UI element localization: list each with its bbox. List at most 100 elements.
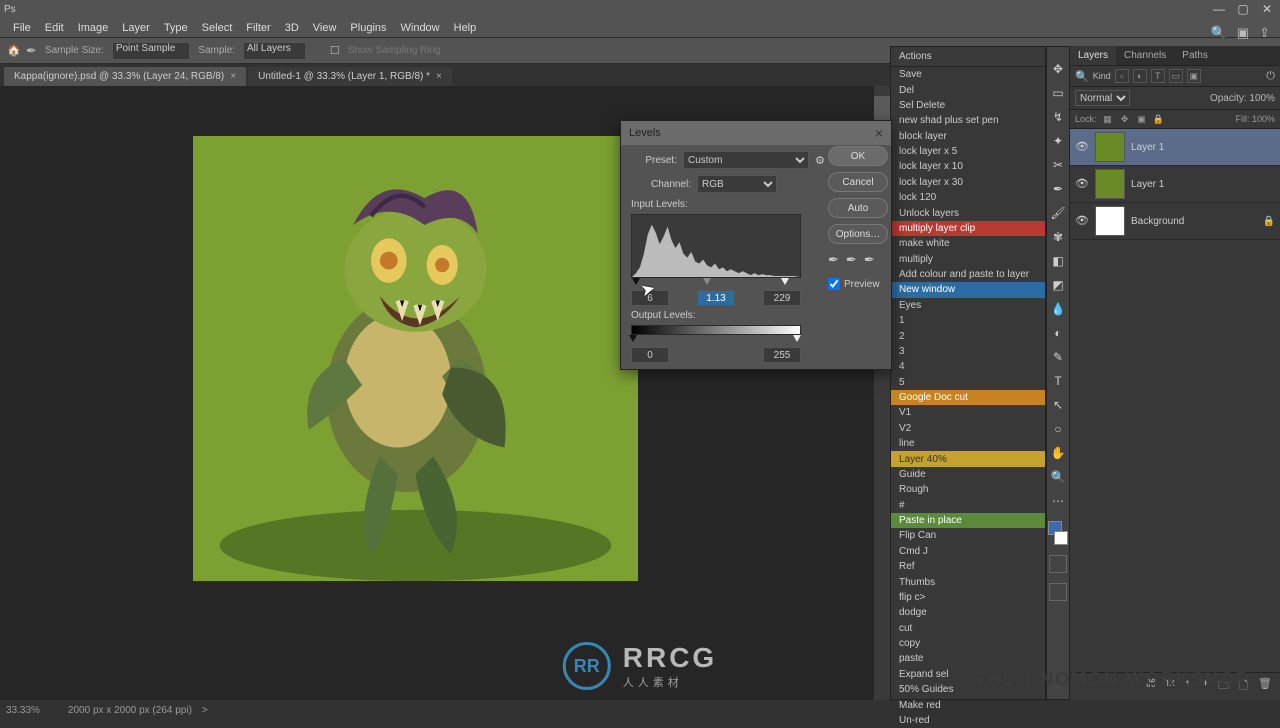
action-item[interactable]: Rough <box>891 482 1045 497</box>
type-tool-icon[interactable]: T <box>1048 371 1068 391</box>
layer-fx-icon[interactable]: fx <box>1166 677 1175 696</box>
action-item[interactable]: 4 <box>891 359 1045 374</box>
action-item[interactable]: Unlock layers <box>891 205 1045 220</box>
sample-size-select[interactable]: Point Sample <box>112 42 190 60</box>
gray-eyedropper-icon[interactable]: ✒ <box>846 252 857 268</box>
blend-mode-select[interactable]: Normal <box>1075 90 1130 106</box>
black-eyedropper-icon[interactable]: ✒ <box>828 252 839 268</box>
lock-all-icon[interactable]: 🔒 <box>1153 113 1165 125</box>
opacity-value[interactable]: 100% <box>1249 93 1275 104</box>
doc-info[interactable]: 2000 px x 2000 px (264 ppi) <box>68 705 192 716</box>
lock-position-icon[interactable]: ✥ <box>1119 113 1131 125</box>
close-icon[interactable]: ✕ <box>1258 2 1276 16</box>
action-item[interactable]: new shad plus set pen <box>891 113 1045 128</box>
new-layer-icon[interactable]: 🗋 <box>1239 677 1248 696</box>
hand-tool-icon[interactable]: ✋ <box>1048 443 1068 463</box>
action-item[interactable]: 2 <box>891 328 1045 343</box>
eyedropper-tool-icon[interactable]: ✒ <box>1048 179 1068 199</box>
wand-tool-icon[interactable]: ✦ <box>1048 131 1068 151</box>
menu-layer[interactable]: Layer <box>115 22 157 34</box>
search-icon[interactable]: 🔍 <box>1211 25 1227 41</box>
layer-name[interactable]: Layer 1 <box>1131 142 1164 153</box>
action-item[interactable]: Paste in place <box>891 513 1045 528</box>
action-item[interactable]: Make red <box>891 697 1045 712</box>
input-sliders[interactable] <box>631 278 801 288</box>
output-black-slider[interactable] <box>629 335 637 342</box>
layer-name[interactable]: Layer 1 <box>1131 179 1164 190</box>
dialog-titlebar[interactable]: Levels × <box>621 121 891 145</box>
lasso-tool-icon[interactable]: ↯ <box>1048 107 1068 127</box>
sample-select[interactable]: All Layers <box>243 42 306 60</box>
pen-tool-icon[interactable]: ✎ <box>1048 347 1068 367</box>
action-item[interactable]: copy <box>891 636 1045 651</box>
tab-channels[interactable]: Channels <box>1116 46 1174 65</box>
action-item[interactable]: flip c> <box>891 590 1045 605</box>
action-item[interactable]: Flip Can <box>891 528 1045 543</box>
options-button[interactable]: Options… <box>828 224 888 244</box>
tab-close-icon[interactable]: × <box>436 71 442 82</box>
shape-tool-icon[interactable]: ○ <box>1048 419 1068 439</box>
menu-file[interactable]: File <box>6 22 38 34</box>
filter-smart-icon[interactable]: ▣ <box>1187 69 1201 83</box>
canvas[interactable] <box>193 136 638 581</box>
action-item[interactable]: lock layer x 10 <box>891 159 1045 174</box>
action-item[interactable]: paste <box>891 651 1045 666</box>
action-item[interactable]: Layer 40% <box>891 451 1045 466</box>
action-item[interactable]: Eyes <box>891 298 1045 313</box>
action-item[interactable]: Sel Delete <box>891 98 1045 113</box>
filter-type-icon[interactable]: T <box>1151 69 1165 83</box>
delete-layer-icon[interactable]: 🗑 <box>1258 677 1272 696</box>
output-sliders[interactable] <box>631 335 801 345</box>
fill-value[interactable]: 100% <box>1252 114 1275 124</box>
more-tools-icon[interactable]: ⋯ <box>1048 491 1068 511</box>
preset-select[interactable]: Custom <box>683 151 809 169</box>
action-item[interactable]: Save <box>891 67 1045 82</box>
menu-select[interactable]: Select <box>195 22 240 34</box>
menu-plugins[interactable]: Plugins <box>343 22 393 34</box>
channel-select[interactable]: RGB <box>697 175 777 193</box>
lock-artboard-icon[interactable]: ▣ <box>1136 113 1148 125</box>
black-point-slider[interactable] <box>632 278 640 285</box>
white-point-slider[interactable] <box>781 278 789 285</box>
tab-paths[interactable]: Paths <box>1174 46 1216 65</box>
dodge-tool-icon[interactable]: ◐ <box>1048 323 1068 343</box>
action-item[interactable]: Guide <box>891 467 1045 482</box>
dialog-close-icon[interactable]: × <box>875 125 883 141</box>
action-item[interactable]: Cmd J <box>891 544 1045 559</box>
action-item[interactable]: Google Doc cut <box>891 390 1045 405</box>
action-item[interactable]: V1 <box>891 405 1045 420</box>
eyedropper-icon[interactable]: ✒ <box>26 43 37 59</box>
action-item[interactable]: Thumbs <box>891 574 1045 589</box>
layer-mask-icon[interactable]: ◐ <box>1185 677 1192 696</box>
midtone-slider[interactable] <box>703 278 711 285</box>
minimize-icon[interactable]: — <box>1210 2 1228 16</box>
clone-tool-icon[interactable]: ✾ <box>1048 227 1068 247</box>
brush-tool-icon[interactable]: 🖌 <box>1048 203 1068 223</box>
action-item[interactable]: dodge <box>891 605 1045 620</box>
input-white-field[interactable] <box>763 290 801 306</box>
action-item[interactable]: make white <box>891 236 1045 251</box>
menu-window[interactable]: Window <box>394 22 447 34</box>
action-item[interactable]: 1 <box>891 313 1045 328</box>
action-item[interactable]: # <box>891 498 1045 513</box>
action-item[interactable]: Un-red <box>891 713 1045 728</box>
action-item[interactable]: lock layer x 5 <box>891 144 1045 159</box>
screenmode-icon[interactable] <box>1049 583 1067 601</box>
cancel-button[interactable]: Cancel <box>828 172 888 192</box>
menu-image[interactable]: Image <box>71 22 116 34</box>
move-tool-icon[interactable]: ✥ <box>1048 59 1068 79</box>
marquee-tool-icon[interactable]: ▭ <box>1048 83 1068 103</box>
layer-row[interactable]: 👁Layer 1 <box>1070 166 1280 203</box>
action-item[interactable]: New window <box>891 282 1045 297</box>
menu-type[interactable]: Type <box>157 22 195 34</box>
filter-kind-icon[interactable]: 🔍 <box>1075 70 1089 83</box>
action-item[interactable]: 3 <box>891 344 1045 359</box>
doc-info-arrow[interactable]: > <box>202 705 208 716</box>
layer-row[interactable]: 👁Layer 1 <box>1070 129 1280 166</box>
action-item[interactable]: Add colour and paste to layer <box>891 267 1045 282</box>
eraser-tool-icon[interactable]: ◧ <box>1048 251 1068 271</box>
action-item[interactable]: multiply layer clip <box>891 221 1045 236</box>
action-item[interactable]: 50% Guides <box>891 682 1045 697</box>
action-item[interactable]: line <box>891 436 1045 451</box>
quickmask-icon[interactable] <box>1049 555 1067 573</box>
